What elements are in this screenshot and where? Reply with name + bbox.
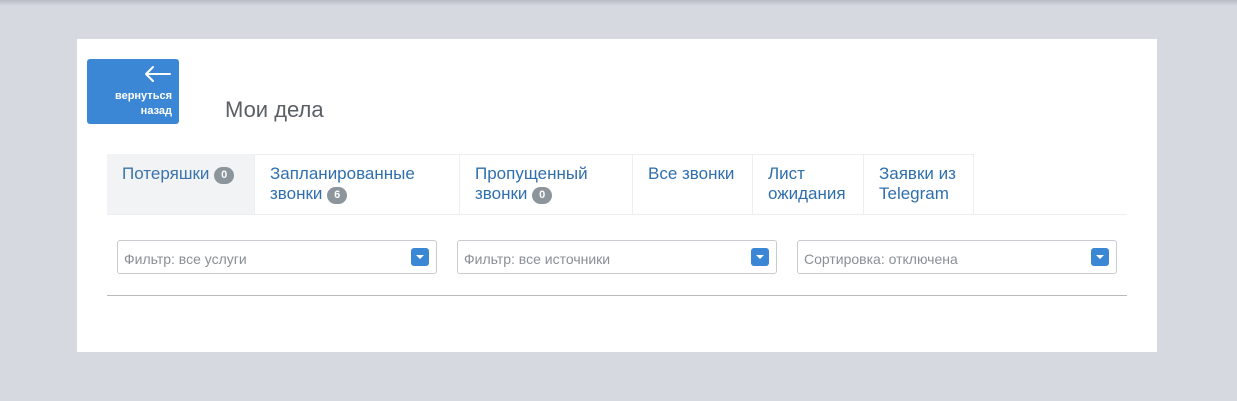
count-badge: 0 [532,187,553,204]
tab-missed-calls[interactable]: Пропущенный звонки 0 [460,154,633,214]
select-value: Фильтр: все источники [464,251,611,267]
back-button[interactable]: вернуться назад [87,59,179,124]
tab-label: Лист ожидания [768,164,846,203]
tab-waiting-list[interactable]: Лист ожидания [753,154,864,214]
filters-row: Фильтр: все услуги Фильтр: все источники… [117,240,1117,274]
tab-bar: Потеряшки 0 Запланированные звонки 6 Про… [107,154,1127,215]
services-filter-select[interactable]: Фильтр: все услуги [117,240,437,274]
divider [107,295,1127,296]
tab-label: Заявки из Telegram [879,164,956,203]
select-value: Сортировка: отключена [804,251,958,267]
chevron-down-icon[interactable] [751,248,769,266]
count-badge: 0 [214,167,235,184]
main-panel: вернуться назад Мои дела Потеряшки 0 Зап… [77,39,1157,352]
select-value: Фильтр: все услуги [124,251,247,267]
top-shadow [0,0,1237,6]
page-title: Мои дела [225,97,324,122]
count-badge: 6 [327,187,348,204]
tab-label: Потеряшки [122,164,210,183]
tab-label: Все звонки [648,164,735,183]
sorting-select[interactable]: Сортировка: отключена [797,240,1117,274]
tab-scheduled-calls[interactable]: Запланированные звонки 6 [255,154,460,214]
tab-telegram-requests[interactable]: Заявки из Telegram [864,154,974,214]
chevron-down-icon[interactable] [411,248,429,266]
tab-all-calls[interactable]: Все звонки [633,154,753,214]
arrow-left-icon [145,66,171,82]
back-button-label: вернуться назад [114,90,172,117]
chevron-down-icon[interactable] [1091,248,1109,266]
tab-poteryashki[interactable]: Потеряшки 0 [107,154,255,214]
sources-filter-select[interactable]: Фильтр: все источники [457,240,777,274]
